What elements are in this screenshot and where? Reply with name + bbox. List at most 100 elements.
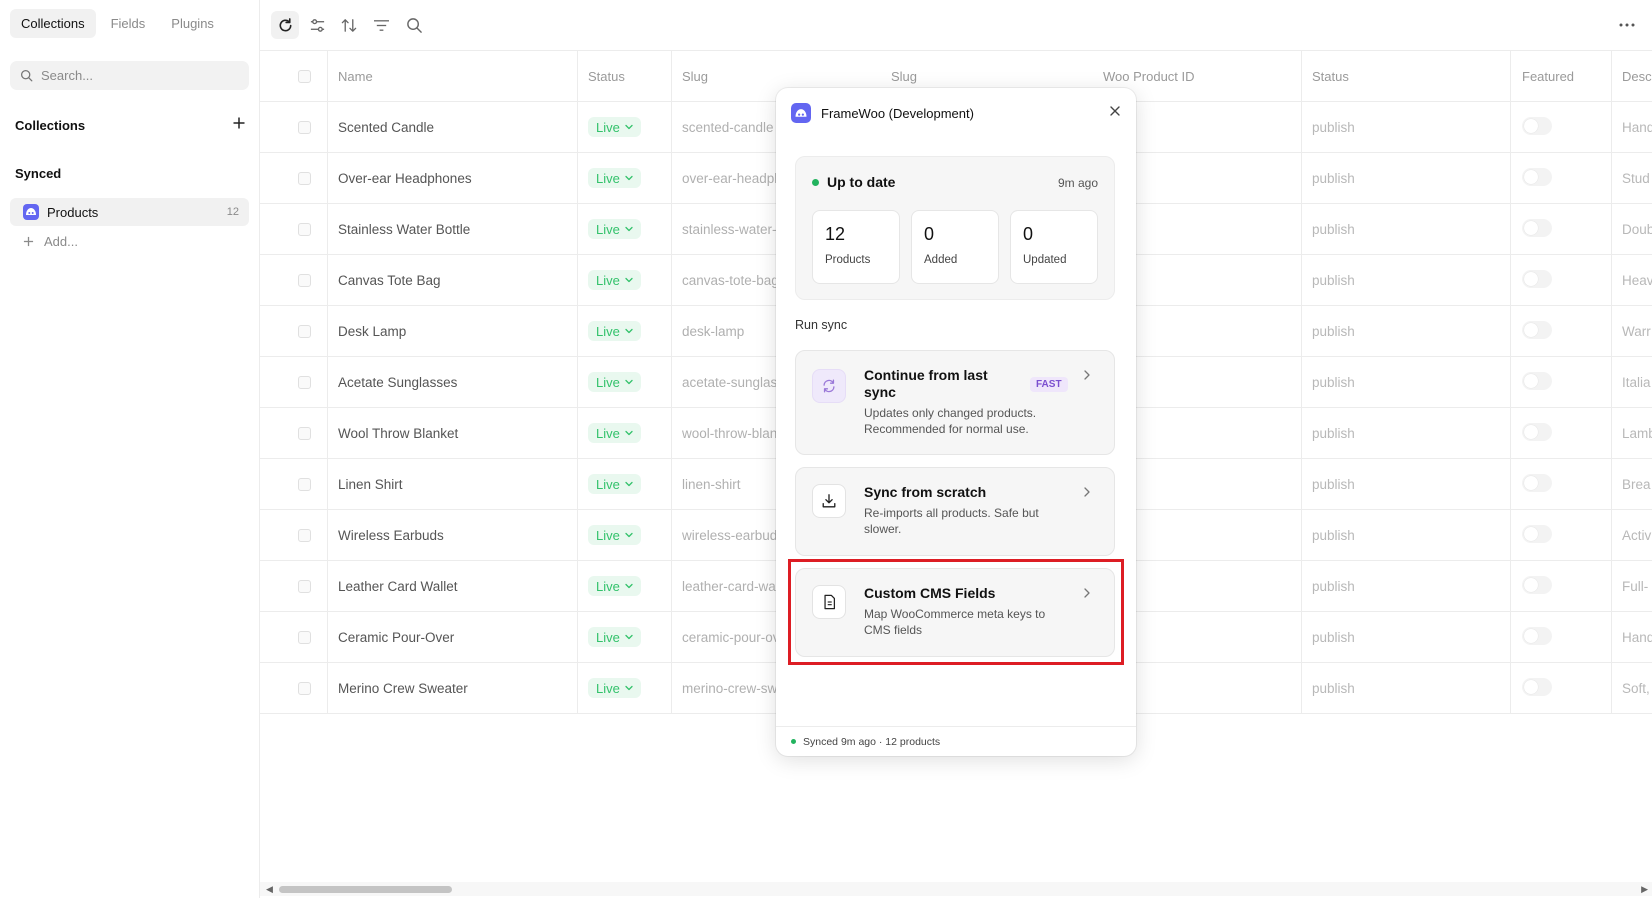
- product-status[interactable]: publish: [1312, 171, 1355, 186]
- product-name[interactable]: Scented Candle: [338, 120, 568, 135]
- product-name[interactable]: Stainless Water Bottle: [338, 222, 568, 237]
- featured-toggle[interactable]: [1522, 372, 1552, 390]
- row-checkbox[interactable]: [298, 223, 311, 236]
- search-button[interactable]: [400, 11, 428, 39]
- featured-toggle[interactable]: [1522, 168, 1552, 186]
- featured-toggle[interactable]: [1522, 117, 1552, 135]
- status-badge[interactable]: Live: [588, 525, 641, 545]
- product-description[interactable]: Hand: [1622, 120, 1652, 135]
- status-badge[interactable]: Live: [588, 474, 641, 494]
- filter-button[interactable]: [367, 11, 395, 39]
- product-description[interactable]: Italia: [1622, 375, 1652, 390]
- row-checkbox[interactable]: [298, 121, 311, 134]
- product-name[interactable]: Wool Throw Blanket: [338, 426, 568, 441]
- select-all-checkbox[interactable]: [298, 70, 311, 83]
- tab-plugins[interactable]: Plugins: [160, 9, 225, 38]
- custom-cms-fields-button[interactable]: Custom CMS Fields Map WooCommerce meta k…: [795, 568, 1115, 657]
- product-status[interactable]: publish: [1312, 426, 1355, 441]
- sidebar-item-products[interactable]: Products 12: [10, 198, 249, 226]
- product-name[interactable]: Linen Shirt: [338, 477, 568, 492]
- product-status[interactable]: publish: [1312, 630, 1355, 645]
- product-name[interactable]: Merino Crew Sweater: [338, 681, 568, 696]
- product-status[interactable]: publish: [1312, 324, 1355, 339]
- featured-toggle[interactable]: [1522, 576, 1552, 594]
- product-status[interactable]: publish: [1312, 528, 1355, 543]
- row-checkbox[interactable]: [298, 274, 311, 287]
- status-badge[interactable]: Live: [588, 219, 641, 239]
- product-description[interactable]: Doub: [1622, 222, 1652, 237]
- scroll-right-icon[interactable]: ▶: [1641, 884, 1648, 895]
- product-name[interactable]: Wireless Earbuds: [338, 528, 568, 543]
- row-checkbox[interactable]: [298, 325, 311, 338]
- featured-toggle[interactable]: [1522, 219, 1552, 237]
- product-status[interactable]: publish: [1312, 477, 1355, 492]
- product-description[interactable]: Activ: [1622, 528, 1652, 543]
- featured-toggle[interactable]: [1522, 423, 1552, 441]
- product-description[interactable]: Brea: [1622, 477, 1652, 492]
- continue-sync-button[interactable]: Continue from last sync FAST Updates onl…: [795, 350, 1115, 455]
- scroll-left-icon[interactable]: ◀: [266, 884, 273, 895]
- status-badge[interactable]: Live: [588, 168, 641, 188]
- tab-collections[interactable]: Collections: [10, 9, 96, 38]
- add-collection-plus-icon[interactable]: [232, 116, 246, 130]
- row-checkbox[interactable]: [298, 682, 311, 695]
- add-synced-button[interactable]: Add...: [23, 234, 78, 249]
- status-badge[interactable]: Live: [588, 117, 641, 137]
- status-badge[interactable]: Live: [588, 678, 641, 698]
- row-checkbox[interactable]: [298, 580, 311, 593]
- sync-button[interactable]: [271, 11, 299, 39]
- row-checkbox[interactable]: [298, 427, 311, 440]
- column-header-name[interactable]: Name: [338, 69, 373, 84]
- settings-button[interactable]: [303, 11, 331, 39]
- status-badge[interactable]: Live: [588, 321, 641, 341]
- scrollbar-thumb[interactable]: [279, 886, 452, 893]
- featured-toggle[interactable]: [1522, 270, 1552, 288]
- status-badge[interactable]: Live: [588, 627, 641, 647]
- column-header-featured[interactable]: Featured: [1522, 69, 1574, 84]
- product-name[interactable]: Leather Card Wallet: [338, 579, 568, 594]
- featured-toggle[interactable]: [1522, 525, 1552, 543]
- product-description[interactable]: Full-: [1622, 579, 1652, 594]
- sort-button[interactable]: [335, 11, 363, 39]
- featured-toggle[interactable]: [1522, 678, 1552, 696]
- status-badge[interactable]: Live: [588, 372, 641, 392]
- column-header-status[interactable]: Status: [588, 69, 625, 84]
- row-checkbox[interactable]: [298, 172, 311, 185]
- product-status[interactable]: publish: [1312, 273, 1355, 288]
- featured-toggle[interactable]: [1522, 474, 1552, 492]
- product-status[interactable]: publish: [1312, 222, 1355, 237]
- product-description[interactable]: Stud: [1622, 171, 1652, 186]
- horizontal-scrollbar[interactable]: ◀ ▶: [260, 882, 1652, 896]
- product-description[interactable]: Hand: [1622, 630, 1652, 645]
- row-checkbox[interactable]: [298, 529, 311, 542]
- product-name[interactable]: Desk Lamp: [338, 324, 568, 339]
- sync-from-scratch-button[interactable]: Sync from scratch Re-imports all product…: [795, 467, 1115, 556]
- featured-toggle[interactable]: [1522, 321, 1552, 339]
- product-name[interactable]: Canvas Tote Bag: [338, 273, 568, 288]
- product-name[interactable]: Ceramic Pour-Over: [338, 630, 568, 645]
- status-badge[interactable]: Live: [588, 423, 641, 443]
- status-badge[interactable]: Live: [588, 576, 641, 596]
- product-description[interactable]: Lamb: [1622, 426, 1652, 441]
- product-name[interactable]: Over-ear Headphones: [338, 171, 568, 186]
- row-checkbox[interactable]: [298, 376, 311, 389]
- close-icon[interactable]: [1108, 104, 1122, 118]
- product-status[interactable]: publish: [1312, 375, 1355, 390]
- status-badge[interactable]: Live: [588, 270, 641, 290]
- product-status[interactable]: publish: [1312, 681, 1355, 696]
- product-description[interactable]: Heav: [1622, 273, 1652, 288]
- row-checkbox[interactable]: [298, 631, 311, 644]
- tab-fields[interactable]: Fields: [100, 9, 157, 38]
- product-description[interactable]: Soft,: [1622, 681, 1652, 696]
- column-header-status-2[interactable]: Status: [1312, 69, 1349, 84]
- column-header-slug-2[interactable]: Slug: [891, 69, 917, 84]
- column-header-slug[interactable]: Slug: [682, 69, 708, 84]
- featured-toggle[interactable]: [1522, 627, 1552, 645]
- product-name[interactable]: Acetate Sunglasses: [338, 375, 568, 390]
- row-checkbox[interactable]: [298, 478, 311, 491]
- product-status[interactable]: publish: [1312, 579, 1355, 594]
- product-status[interactable]: publish: [1312, 120, 1355, 135]
- product-description[interactable]: Warr: [1622, 324, 1652, 339]
- search-input[interactable]: [41, 68, 231, 83]
- column-header-woo-product-id[interactable]: Woo Product ID: [1103, 69, 1195, 84]
